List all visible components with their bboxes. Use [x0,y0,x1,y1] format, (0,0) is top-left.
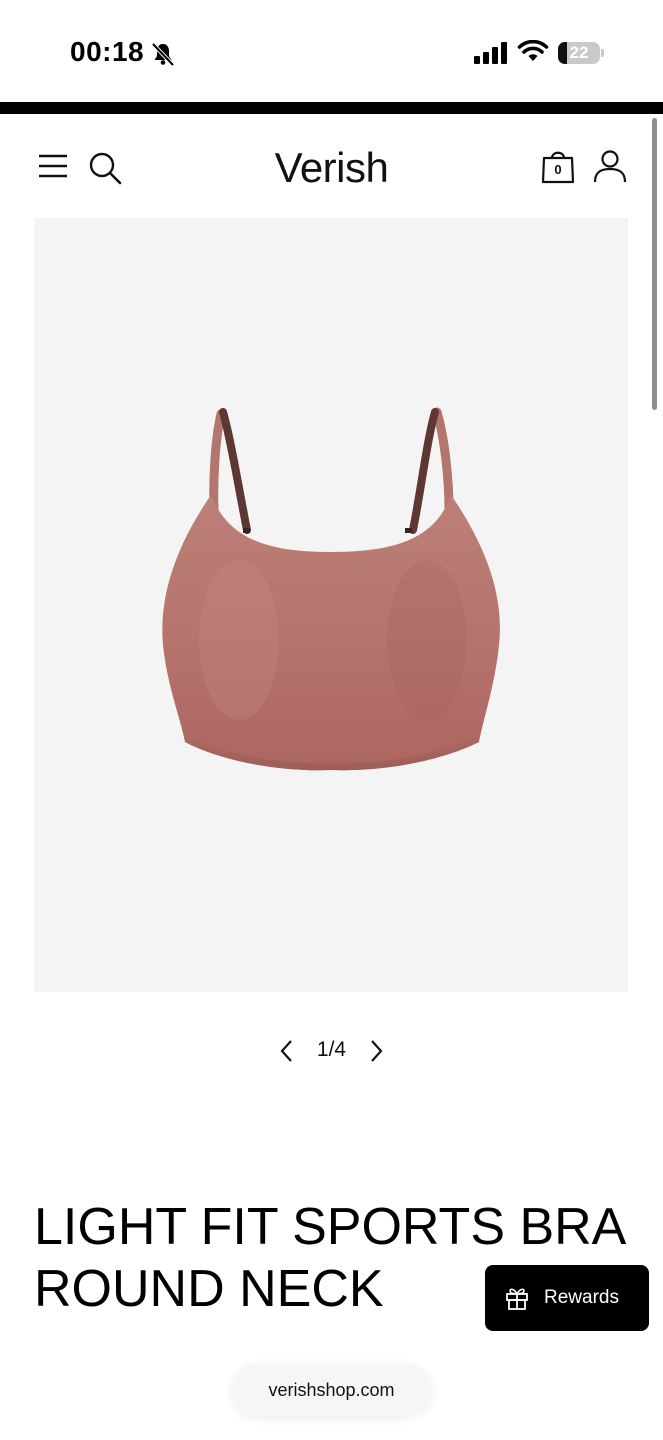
battery-tip [601,49,604,57]
battery-percent: 22 [569,43,589,62]
product-image-gallery[interactable] [34,218,628,992]
cellular-signal-icon [474,42,507,64]
bell-muted-icon [151,42,175,67]
battery-indicator: 22 [558,42,600,64]
gallery-pager: 1/4 [0,1036,663,1066]
chevron-left-icon[interactable] [280,1039,294,1063]
top-divider [0,102,663,114]
wifi-icon [517,40,549,61]
chevron-right-icon[interactable] [369,1039,383,1063]
cart-count-badge: 0 [554,162,562,177]
rewards-button[interactable]: Rewards [485,1265,649,1331]
rewards-label: Rewards [544,1287,619,1308]
shopping-bag-button[interactable]: 0 [540,148,576,184]
product-image[interactable] [159,400,509,775]
site-header: Verish 0 [0,114,663,214]
status-time: 00:18 [70,36,145,67]
status-bar: 00:18 22 [0,0,663,100]
browser-url-pill[interactable]: verishshop.com [232,1364,431,1416]
image-page-indicator: 1/4 [316,1038,347,1061]
gift-icon [506,1288,528,1310]
account-user-icon[interactable] [592,148,628,184]
